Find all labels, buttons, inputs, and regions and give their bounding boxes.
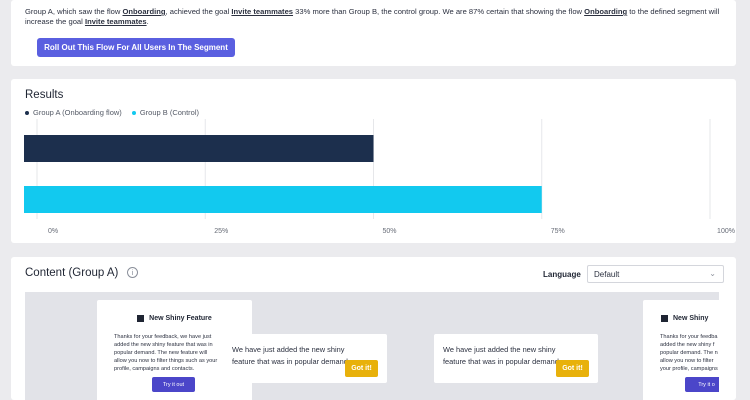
banner-text: We have just added the new shiny feature… — [443, 345, 561, 366]
popup-body: Thanks for your feedback, we have just a… — [114, 334, 218, 372]
summary-card: Group A, which saw the flow Onboarding, … — [11, 0, 736, 66]
x-tick-label: 25% — [214, 228, 228, 235]
popup-header: New Shiny — [643, 315, 719, 322]
flow-link-2[interactable]: Onboarding — [584, 7, 627, 16]
language-select[interactable]: Default ⌄ — [587, 265, 724, 283]
bar-group-b[interactable] — [24, 186, 542, 213]
square-icon — [661, 315, 668, 322]
results-title: Results — [25, 89, 64, 101]
legend-label-group-b: Group B (Control) — [139, 108, 199, 117]
try-it-out-button[interactable]: Try it o — [685, 377, 719, 392]
results-bar-chart: 0% 25% 50% 75% 100% — [24, 119, 735, 235]
summary-text: Group A, which saw the flow Onboarding, … — [25, 7, 720, 26]
info-icon[interactable]: i — [127, 267, 138, 278]
legend-label-group-a: Group A (Onboarding flow) — [33, 108, 122, 117]
try-it-out-button[interactable]: Try it out — [152, 377, 195, 392]
rollout-flow-button[interactable]: Roll Out This Flow For All Users In The … — [37, 38, 235, 57]
banner-text: We have just added the new shiny feature… — [232, 345, 350, 366]
x-tick-label: 50% — [382, 228, 396, 235]
popup-title: New Shiny Feature — [149, 315, 212, 322]
popup-title: New Shiny — [673, 315, 709, 322]
results-card: Results Group A (Onboarding flow) Group … — [11, 79, 736, 243]
content-card: Content (Group A) i Language Default ⌄ N… — [11, 257, 736, 400]
popup-header: New Shiny Feature — [97, 315, 252, 322]
chart-legend: Group A (Onboarding flow) Group B (Contr… — [25, 108, 199, 117]
content-preview-area: New Shiny Feature Thanks for your feedba… — [25, 292, 719, 400]
legend-item-group-b: Group B (Control) — [131, 108, 199, 117]
popup-body: Thanks for your feedba added the new shi… — [660, 334, 718, 372]
banner-preview[interactable]: We have just added the new shiny feature… — [434, 334, 598, 383]
bar-group-a[interactable] — [24, 135, 374, 162]
flow-link[interactable]: Onboarding — [123, 7, 166, 16]
popup-preview[interactable]: New Shiny Thanks for your feedba added t… — [643, 300, 719, 400]
chevron-down-icon: ⌄ — [709, 269, 716, 278]
x-tick-label: 75% — [551, 228, 565, 235]
content-title: Content (Group A) — [25, 267, 119, 279]
banner-preview[interactable]: We have just added the new shiny feature… — [223, 334, 387, 383]
legend-item-group-a: Group A (Onboarding flow) — [25, 108, 122, 117]
x-tick-label: 100% — [717, 228, 735, 235]
legend-dot-group-b — [131, 110, 136, 115]
goal-link-2[interactable]: Invite teammates — [85, 17, 147, 26]
square-icon — [137, 315, 145, 322]
got-it-button[interactable]: Got it! — [345, 360, 378, 377]
goal-link[interactable]: Invite teammates — [231, 7, 293, 16]
legend-dot-group-a — [25, 110, 29, 115]
language-select-value: Default — [594, 270, 620, 279]
got-it-button[interactable]: Got it! — [556, 360, 589, 377]
language-label: Language — [543, 270, 581, 279]
x-tick-label: 0% — [48, 228, 58, 235]
